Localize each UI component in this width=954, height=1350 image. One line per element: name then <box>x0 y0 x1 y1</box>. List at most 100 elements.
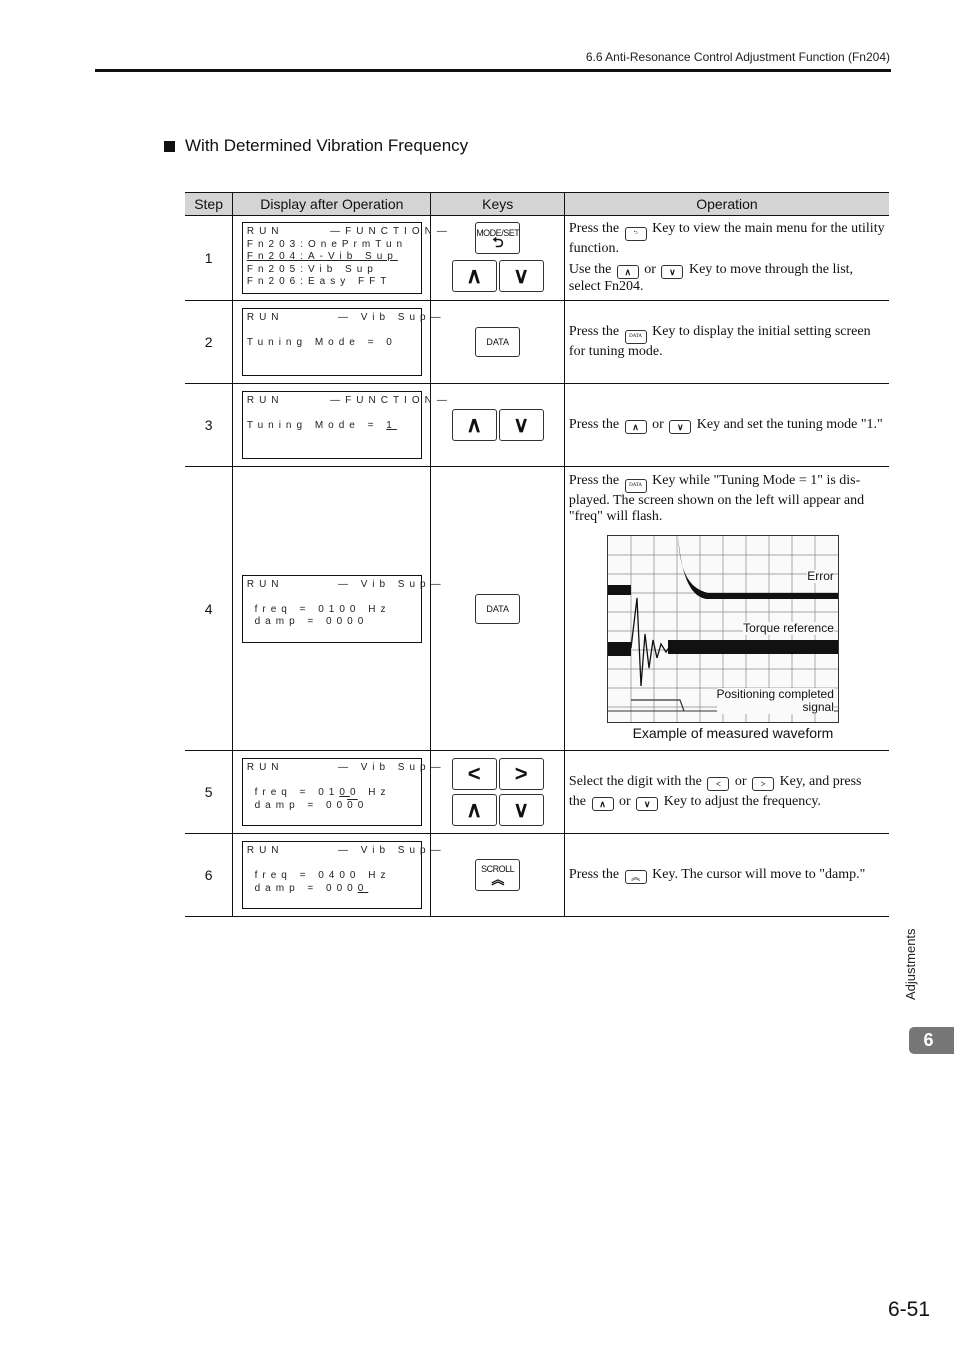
return-arrow-icon: ⮌ <box>492 234 504 250</box>
down-key-inline-icon: ∨ <box>661 265 684 279</box>
operation-text-part: Select the digit with the <box>568 773 706 789</box>
waveform-label-torque: Torque reference <box>743 621 834 635</box>
lcd-line: Fn205:Vib Sup <box>246 263 378 275</box>
operation-text: Press the DATA Key to display the initia… <box>569 324 885 360</box>
mode-set-key-inline-icon: ⮌ <box>624 227 647 241</box>
up-key[interactable]: ∧ <box>451 409 497 441</box>
mode-set-key[interactable]: MODE/SET ⮌ <box>475 222 521 254</box>
lcd-line: RUN —FUNCTION— <box>246 226 452 238</box>
lcd-line: Fn203:OnePrmTun <box>246 238 408 250</box>
chapter-tab: 6 <box>909 1027 954 1054</box>
lcd-line: RUN —FUNCTION— <box>246 395 452 406</box>
lcd-line: damp = 0000 <box>246 616 369 627</box>
operation-text: Press the DATA Key while "Tuning Mode = … <box>569 473 885 525</box>
positioning-signal <box>630 699 685 712</box>
lcd-line: RUN — Vib Sup— <box>246 762 446 773</box>
col-header-operation: Operation <box>563 192 889 216</box>
step-number: 4 <box>185 466 233 751</box>
step-number: 6 <box>185 833 233 917</box>
scroll-key[interactable]: SCROLL ︽ <box>475 859 521 891</box>
lcd-display: RUN — Vib Sup— freq = 0100 Hz damp = 000… <box>241 574 441 643</box>
operation-text: Press the ∧ or ∨ Key and set the tuning … <box>569 417 885 434</box>
lcd-line: Fn206:Easy FFT <box>246 276 392 288</box>
lcd-cursor: 1 <box>386 420 397 431</box>
lcd-line: Tuning Mode = 0 <box>246 337 397 348</box>
lcd-line: damp = 000 <box>246 882 358 894</box>
col-header-display: Display after Operation <box>232 192 431 216</box>
down-key-inline-icon: ∨ <box>636 796 659 811</box>
lcd-cursor: 0 <box>357 882 369 894</box>
table-row: 6 RUN — Vib Sup— freq = 0400 Hz damp = 0… <box>185 833 889 917</box>
down-key[interactable]: ∨ <box>498 409 544 441</box>
data-key-inline-icon: DATA <box>624 479 647 493</box>
operation-text-part: or <box>648 416 668 432</box>
lcd-cursor: 0 <box>347 799 358 811</box>
up-key[interactable]: ∧ <box>451 260 497 292</box>
operation-text-part: Press the <box>568 324 623 339</box>
torque-trace-pre <box>607 642 631 656</box>
operation-text-part: or <box>731 773 751 789</box>
page-number: 6-51 <box>887 1298 930 1321</box>
waveform-caption: Example of measured waveform <box>632 725 834 741</box>
lcd-line: freq = 01 <box>246 787 340 798</box>
lcd-display: RUN — Vib Sup— Tuning Mode = 0 <box>241 308 441 376</box>
double-chevron-up-icon: ︽ <box>491 872 504 887</box>
operation-text: Use the ∧ or ∨ Key to move through the l… <box>569 262 885 295</box>
error-trace <box>677 536 838 599</box>
lcd-cursor: 0 <box>339 787 350 798</box>
lcd-line: RUN — Vib Sup— <box>246 845 446 856</box>
table-row: 1 RUN —FUNCTION— Fn203:OnePrmTun Fn204:A… <box>185 215 889 301</box>
data-key[interactable]: DATA <box>475 327 521 357</box>
down-key[interactable]: ∨ <box>498 794 544 826</box>
down-key-inline-icon: ∨ <box>669 419 692 434</box>
operation-text-part: Key. The cursor will move to "damp." <box>648 866 866 882</box>
operation-text-part: Key to adjust the frequency. <box>660 793 822 809</box>
operation-text-part: Key, and press <box>776 773 862 789</box>
running-header: 6.6 Anti-Resonance Control Adjustment Fu… <box>585 50 890 64</box>
down-key[interactable]: ∨ <box>498 260 544 292</box>
waveform-label-positioning-line1: Positioning completed <box>716 687 834 701</box>
operation-text-part: Press the <box>568 416 623 432</box>
table-row: 4 RUN — Vib Sup— freq = 0100 Hz damp = 0… <box>185 466 889 751</box>
operation-text-part: Use the <box>568 262 615 277</box>
col-header-keys: Keys <box>430 192 565 216</box>
data-key-inline-icon: DATA <box>624 330 647 344</box>
lcd-line: 0 <box>357 799 369 811</box>
operation-text: Press the ⮌ Key to view the main menu fo… <box>569 221 885 257</box>
operation-text-part: Key and set the tuning mode "1." <box>693 416 883 432</box>
lcd-line: damp = 00 <box>246 799 348 811</box>
step-number: 3 <box>185 383 233 467</box>
table-row: 2 RUN — Vib Sup— Tuning Mode = 0 DATA Pr… <box>185 300 889 384</box>
right-key-inline-icon: > <box>752 776 775 791</box>
waveform-label-positioning: Positioning completed signal <box>716 687 834 714</box>
waveform-figure: Error Torque reference Positioning compl… <box>606 535 839 723</box>
right-key[interactable]: > <box>498 758 544 790</box>
waveform-label-error: Error <box>807 569 834 583</box>
table-header-row: Step Display after Operation Keys Operat… <box>185 192 889 216</box>
lcd-line: freq = 0400 Hz <box>246 870 391 881</box>
lcd-line: 0 Hz <box>349 787 391 798</box>
data-key[interactable]: DATA <box>475 593 521 624</box>
step-number: 2 <box>185 300 233 384</box>
operation-text-part: Press the <box>568 221 623 236</box>
table-row: 5 RUN — Vib Sup— freq = 0100 Hz damp = 0… <box>185 750 889 834</box>
error-trace-pre <box>607 585 631 595</box>
header-rule <box>95 69 891 72</box>
procedure-table: Step Display after Operation Keys Operat… <box>185 192 889 917</box>
up-key-inline-icon: ∧ <box>616 265 639 279</box>
up-key[interactable]: ∧ <box>451 794 497 826</box>
lcd-line: RUN — Vib Sup— <box>246 578 446 590</box>
lcd-display: RUN — Vib Sup— freq = 0100 Hz damp = 000… <box>241 758 441 826</box>
left-key[interactable]: < <box>451 758 497 790</box>
lcd-line: RUN — Vib Sup— <box>246 312 446 323</box>
lcd-line-selected: Fn204:A-Vib Sup <box>246 251 398 263</box>
left-key-inline-icon: < <box>707 776 730 791</box>
operation-text: the ∧ or ∨ Key to adjust the frequency. <box>569 794 885 811</box>
up-key-inline-icon: ∧ <box>624 419 647 434</box>
lcd-line: freq = 0100 Hz <box>246 603 391 615</box>
operation-text-part: Press the <box>568 866 623 882</box>
operation-text-part: or <box>615 793 635 809</box>
lcd-display: RUN —FUNCTION— Tuning Mode = 1 <box>241 391 447 459</box>
step-number: 5 <box>185 750 233 834</box>
operation-text-part: the <box>568 793 590 809</box>
